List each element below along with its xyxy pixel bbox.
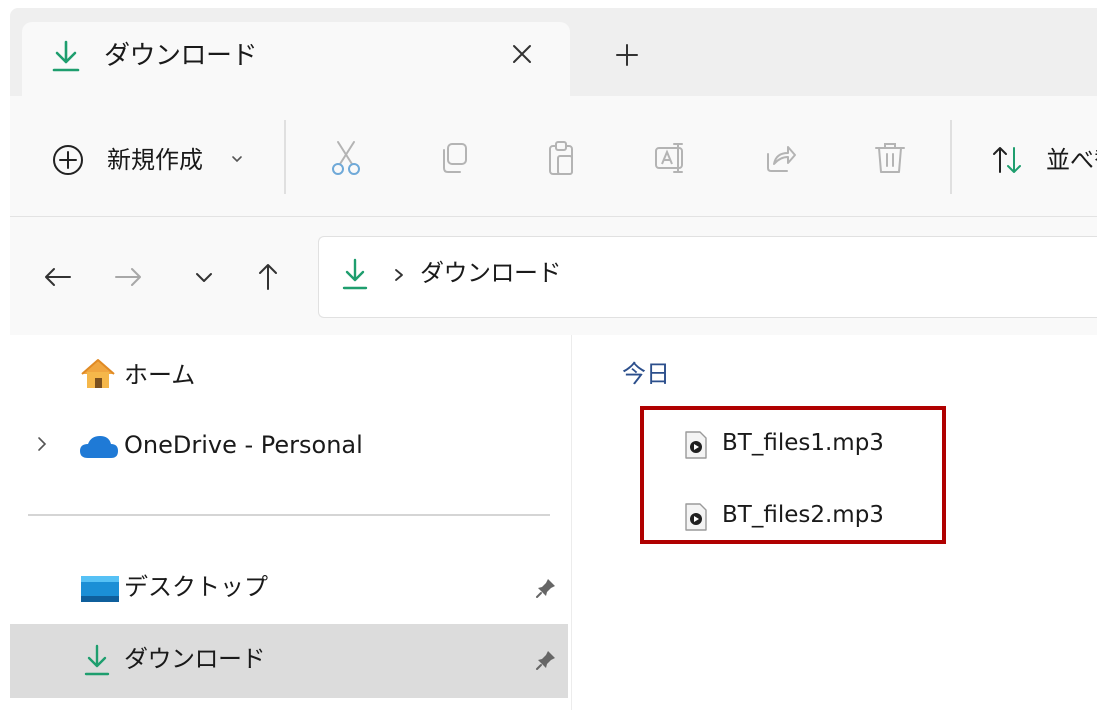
sidebar-item-label: ホーム <box>124 361 196 389</box>
copy-icon[interactable] <box>434 138 474 178</box>
sidebar-item-desktop[interactable]: デスクトップ <box>10 554 566 620</box>
highlight-annotation-box <box>640 406 946 544</box>
rename-icon[interactable] <box>652 138 692 178</box>
breadcrumb-chevron-icon[interactable] <box>392 266 406 284</box>
sort-icon <box>993 147 1021 173</box>
trash-icon[interactable] <box>870 138 910 178</box>
cloud-icon <box>80 436 118 458</box>
sidebar-item-label: デスクトップ <box>124 573 268 601</box>
group-header-today[interactable]: 今日 <box>622 358 670 390</box>
back-arrow-icon[interactable] <box>38 257 78 297</box>
sort-button-label: 並べ替え <box>1046 146 1097 174</box>
new-button-label: 新規作成 <box>107 146 203 174</box>
sidebar-item-onedrive[interactable]: OneDrive - Personal <box>10 412 566 478</box>
cut-icon[interactable] <box>326 138 366 178</box>
share-icon[interactable] <box>760 138 800 178</box>
toolbar-divider <box>950 120 952 194</box>
plus-circle-icon <box>53 145 83 175</box>
new-tab-icon[interactable] <box>612 40 642 70</box>
sidebar-item-label: ダウンロード <box>124 645 266 673</box>
close-icon[interactable] <box>508 40 536 68</box>
desktop-icon <box>81 576 119 602</box>
chevron-down-icon <box>232 156 242 163</box>
pin-icon[interactable] <box>534 648 558 672</box>
recent-locations-chevron-icon[interactable] <box>184 257 224 297</box>
expand-chevron-icon[interactable] <box>34 434 50 454</box>
forward-arrow-icon[interactable] <box>108 257 148 297</box>
download-icon <box>52 40 80 72</box>
tab-title: ダウンロード <box>104 41 258 71</box>
home-icon <box>81 359 115 388</box>
up-arrow-icon[interactable] <box>248 257 288 297</box>
sidebar-divider <box>28 514 550 516</box>
paste-icon[interactable] <box>542 138 582 178</box>
download-icon <box>84 644 110 676</box>
download-icon <box>342 258 368 290</box>
toolbar-divider <box>284 120 286 194</box>
breadcrumb-current[interactable]: ダウンロード <box>420 255 562 291</box>
pin-icon[interactable] <box>534 576 558 600</box>
sidebar-item-label: OneDrive - Personal <box>124 431 363 459</box>
sidebar-item-home[interactable]: ホーム <box>10 342 566 408</box>
